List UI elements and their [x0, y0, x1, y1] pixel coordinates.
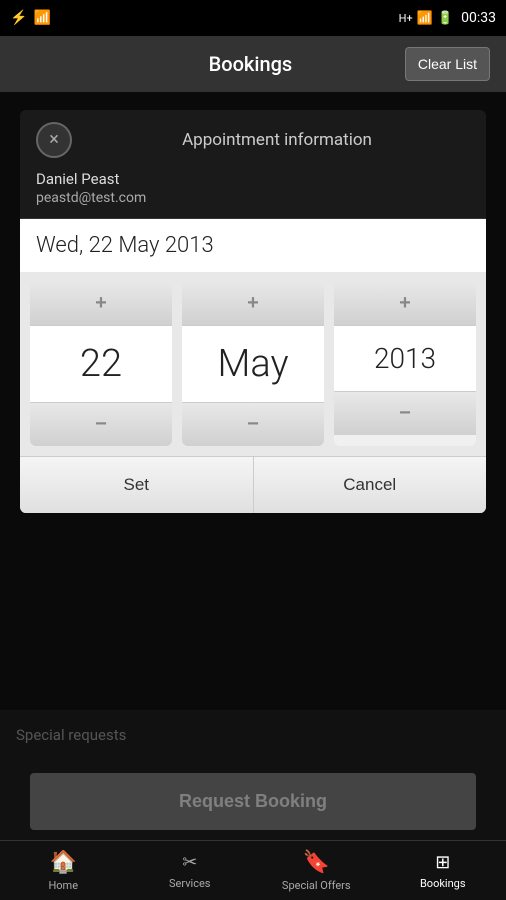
set-button[interactable]: Set	[20, 457, 254, 513]
nav-label-services: Services	[169, 877, 210, 890]
minus-icon: −	[247, 413, 259, 436]
nav-label-special-offers: Special Offers	[282, 879, 351, 892]
month-value: May	[182, 325, 324, 403]
year-value: 2013	[334, 325, 476, 392]
year-decrement-button[interactable]: −	[334, 392, 476, 435]
spinners-row: + 22 − + May − +	[20, 272, 486, 456]
status-icons-right: H+ 📶 🔋 00:33	[399, 10, 496, 26]
appointment-dialog: × Appointment information Daniel Peast p…	[20, 110, 486, 513]
app-bar-title: Bookings	[96, 52, 405, 76]
date-display: Wed, 22 May 2013	[20, 219, 486, 272]
bottom-navigation: 🏠 Home ✂ Services 🔖 Special Offers ⊞ Boo…	[0, 840, 506, 900]
day-decrement-button[interactable]: −	[30, 403, 172, 446]
dialog-title: Appointment information	[84, 126, 470, 150]
scissors-icon: ✂	[182, 852, 197, 873]
time-display: 00:33	[461, 10, 496, 26]
status-bar: ⚡ 📶 H+ 📶 🔋 00:33	[0, 0, 506, 36]
user-email: peastd@test.com	[36, 190, 470, 206]
wifi-icon: 📶	[33, 10, 50, 26]
dialog-actions: Set Cancel	[20, 456, 486, 513]
month-decrement-button[interactable]: −	[182, 403, 324, 446]
minus-icon: −	[399, 402, 411, 425]
close-icon: ×	[49, 131, 59, 149]
year-increment-button[interactable]: +	[334, 282, 476, 325]
nav-item-special-offers[interactable]: 🔖 Special Offers	[253, 841, 380, 900]
cancel-button[interactable]: Cancel	[254, 457, 487, 513]
plus-icon: +	[247, 292, 259, 315]
day-value: 22	[30, 325, 172, 403]
plus-icon: +	[399, 292, 411, 315]
bookmark-icon: 🔖	[303, 850, 330, 875]
home-icon: 🏠	[50, 850, 77, 875]
user-info: Daniel Peast peastd@test.com	[20, 166, 486, 218]
nav-label-bookings: Bookings	[420, 877, 466, 890]
nav-item-home[interactable]: 🏠 Home	[0, 841, 127, 900]
dialog-header: × Appointment information	[20, 110, 486, 166]
nav-label-home: Home	[48, 879, 78, 892]
date-picker-section: Wed, 22 May 2013 + 22 − + May −	[20, 218, 486, 513]
nav-item-services[interactable]: ✂ Services	[127, 841, 254, 900]
status-icons-left: ⚡ 📶	[10, 10, 51, 26]
nav-item-bookings[interactable]: ⊞ Bookings	[380, 841, 506, 900]
plus-icon: +	[95, 292, 107, 315]
day-increment-button[interactable]: +	[30, 282, 172, 325]
calendar-icon: ⊞	[435, 852, 450, 873]
month-increment-button[interactable]: +	[182, 282, 324, 325]
month-spinner: + May −	[182, 282, 324, 446]
app-bar: Bookings Clear List	[0, 36, 506, 92]
close-dialog-button[interactable]: ×	[36, 122, 72, 158]
hplus-icon: H+	[399, 12, 413, 25]
year-spinner: + 2013 −	[334, 282, 476, 446]
battery-icon: 🔋	[437, 11, 453, 26]
day-spinner: + 22 −	[30, 282, 172, 446]
minus-icon: −	[95, 413, 107, 436]
usb-icon: ⚡	[10, 10, 27, 26]
clear-list-button[interactable]: Clear List	[405, 47, 490, 81]
signal-icon: 📶	[417, 11, 433, 26]
user-name: Daniel Peast	[36, 170, 470, 188]
